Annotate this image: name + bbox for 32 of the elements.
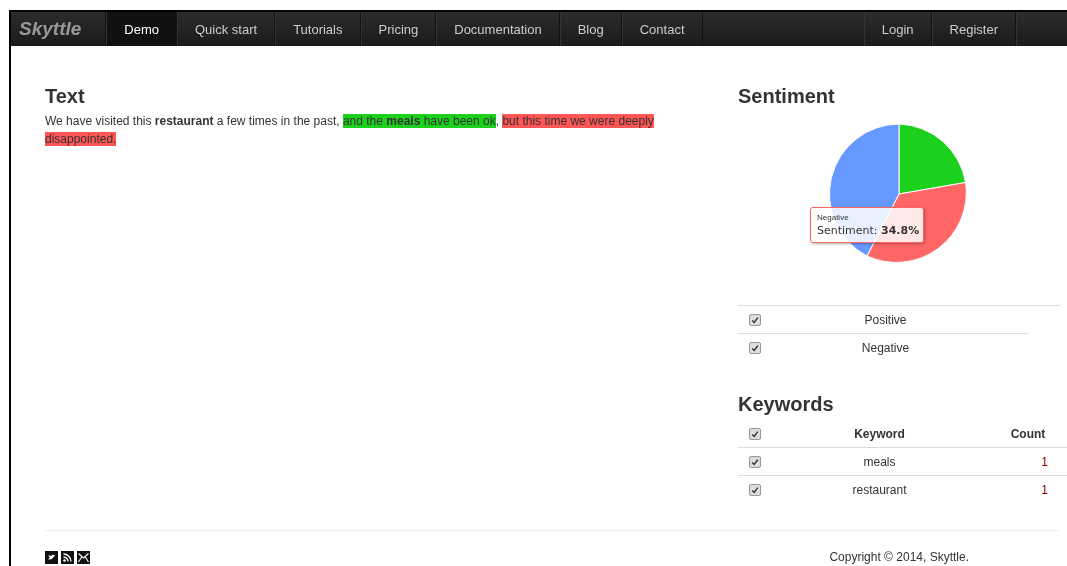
nav-link[interactable]: Register	[931, 12, 1016, 46]
nav-link[interactable]: Quick start	[177, 12, 276, 46]
nav-link[interactable]: Tutorials	[275, 12, 361, 46]
table-cell: 1	[987, 447, 1067, 476]
legend-label: Negative	[772, 333, 1028, 361]
checkbox[interactable]	[749, 342, 761, 355]
nav-link[interactable]: Blog	[559, 12, 622, 46]
checkbox[interactable]	[749, 428, 761, 441]
envelope-icon[interactable]	[77, 550, 90, 564]
table-cell: 1	[987, 475, 1067, 503]
copyright-text: Copyright © 2014, Skyttle.	[829, 550, 969, 564]
column-header: Keyword	[772, 420, 987, 448]
table-cell: restaurant	[772, 475, 987, 503]
rss-icon[interactable]	[61, 550, 74, 564]
tooltip-label: Negative	[817, 213, 850, 222]
table-cell: meals	[772, 447, 987, 476]
column-header: Count	[987, 420, 1067, 448]
nav-link[interactable]: Contact	[621, 12, 703, 46]
twitter-bird-icon[interactable]	[45, 550, 58, 564]
checkbox[interactable]	[749, 484, 761, 497]
tooltip-value: Sentiment: 34.8%	[817, 224, 917, 237]
checkbox[interactable]	[749, 456, 761, 469]
section-title: Sentiment	[738, 84, 836, 108]
nav-link[interactable]: Demo	[106, 12, 177, 46]
section-title: Keywords	[738, 392, 835, 416]
legend-label: Positive	[772, 306, 1028, 334]
analyzed-text: We have visited this restaurant a few times in the past, and the meals have been ok, but this time we were deeply disappointed.	[45, 113, 655, 148]
checkbox[interactable]	[749, 314, 761, 327]
nav-link[interactable]: Pricing	[360, 12, 437, 46]
nav-link[interactable]: Documentation	[436, 12, 560, 46]
nav-link[interactable]: Login	[863, 12, 932, 46]
section-title: Text	[45, 84, 86, 108]
